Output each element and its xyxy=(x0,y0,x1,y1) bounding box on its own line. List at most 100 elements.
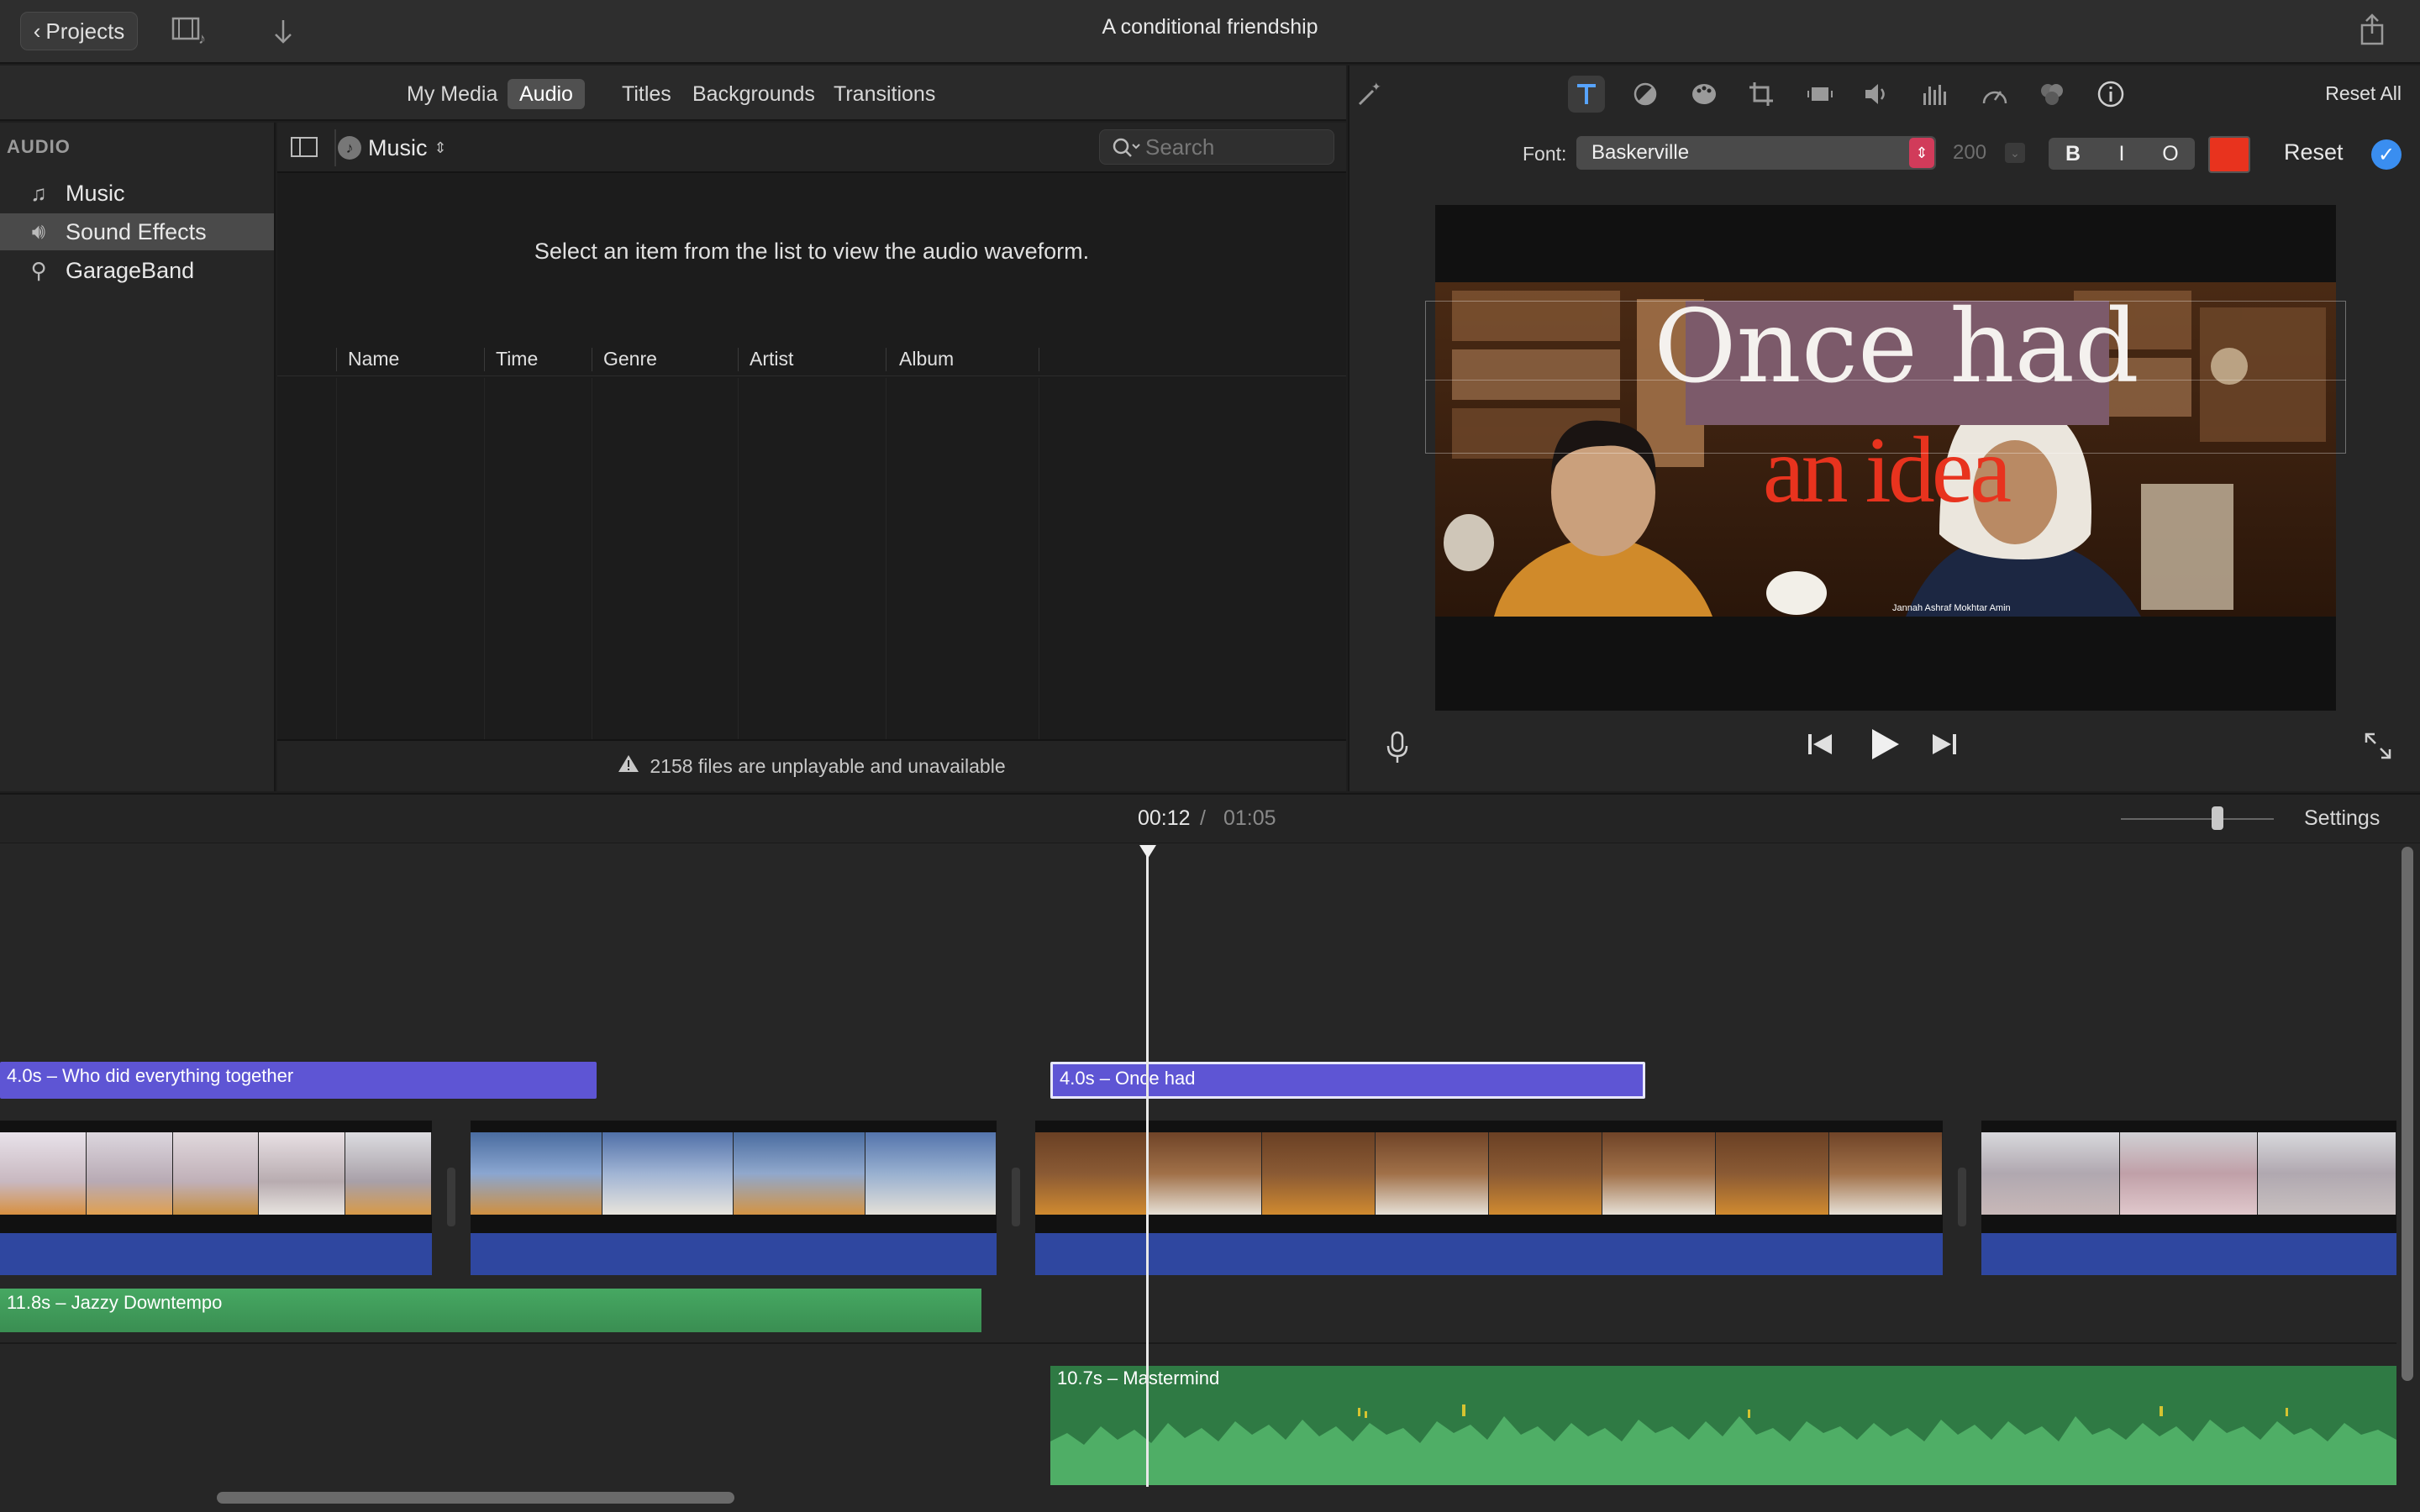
title-guide-line xyxy=(1425,380,2346,381)
tab-backgrounds[interactable]: Backgrounds xyxy=(681,79,827,109)
thumbnail xyxy=(1035,1132,1149,1215)
thumbnail xyxy=(1149,1132,1262,1215)
transition-handle[interactable] xyxy=(447,1168,455,1226)
speed-gauge-icon[interactable] xyxy=(1976,76,2013,113)
thumbnail xyxy=(1489,1132,1602,1215)
video-clip-current[interactable] xyxy=(1035,1121,1943,1275)
column-divider xyxy=(738,348,739,371)
transition-handle[interactable] xyxy=(1012,1168,1020,1226)
toolbar-divider xyxy=(334,129,336,166)
text-color-swatch[interactable] xyxy=(2208,136,2250,173)
italic-button[interactable]: I xyxy=(2097,138,2146,170)
clip-thumbnails xyxy=(1035,1132,1943,1215)
sidebar-toggle-icon[interactable] xyxy=(289,134,319,160)
current-time: 00:12 xyxy=(1138,806,1191,830)
video-clip[interactable] xyxy=(1981,1121,2396,1275)
thumbnail xyxy=(86,1132,173,1215)
waveform-hint: Select an item from the list to view the… xyxy=(534,239,1090,264)
reset-button[interactable]: Reset xyxy=(2284,139,2344,165)
thumbnail xyxy=(602,1132,734,1215)
zoom-slider-knob[interactable] xyxy=(2212,806,2223,830)
clip-thumbnails xyxy=(0,1132,432,1215)
timeline-header: 00:12 / 01:05 Settings xyxy=(0,795,2420,843)
column-album[interactable]: Album xyxy=(899,348,954,370)
window-title: A conditional friendship xyxy=(1102,15,1318,39)
viewer-panel: ✦ Reset All Font: Baskerville ⇕ 200 ⌄ B … xyxy=(1348,66,2420,791)
font-select[interactable]: Baskerville ⇕ xyxy=(1576,136,1936,170)
tab-transitions[interactable]: Transitions xyxy=(822,79,947,109)
timeline-settings-button[interactable]: Settings xyxy=(2304,806,2380,831)
sidebar-item-garageband[interactable]: ⚲ GarageBand xyxy=(0,252,274,289)
volume-icon[interactable] xyxy=(1859,76,1896,113)
transition-handle[interactable] xyxy=(1958,1168,1966,1226)
music-source-selector[interactable]: ♪ Music ⇕ xyxy=(338,131,447,165)
column-time[interactable]: Time xyxy=(496,348,538,370)
thumbnail xyxy=(259,1132,346,1215)
tab-my-media[interactable]: My Media xyxy=(395,79,509,109)
audio-clip-label: 10.7s – Mastermind xyxy=(1057,1368,1220,1389)
tab-titles[interactable]: Titles xyxy=(610,79,683,109)
audio-sidebar: AUDIO ♫ Music 🔊︎ Sound Effects ⚲ GarageB… xyxy=(0,123,276,791)
time-separator: / xyxy=(1200,806,1206,830)
palette-icon[interactable] xyxy=(1686,76,1723,113)
clip-thumbnails xyxy=(471,1132,997,1215)
stabilization-icon[interactable] xyxy=(1802,76,1839,113)
apply-checkmark-icon[interactable]: ✓ xyxy=(2371,139,2402,170)
fullscreen-icon[interactable] xyxy=(2363,731,2393,769)
sidebar-item-music[interactable]: ♫ Music xyxy=(0,175,274,212)
video-clip[interactable] xyxy=(0,1121,432,1275)
equalizer-icon[interactable] xyxy=(1918,76,1954,113)
thumbnail xyxy=(1262,1132,1376,1215)
search-placeholder: Search xyxy=(1145,134,1215,160)
skip-back-icon[interactable] xyxy=(1807,731,1833,765)
playhead-handle[interactable] xyxy=(1139,845,1156,858)
text-format-buttons: B I O xyxy=(2049,138,2195,170)
audio-clip-label: 11.8s – Jazzy Downtempo xyxy=(7,1292,223,1313)
updown-chevron-icon: ⇕ xyxy=(434,139,447,156)
reset-all-button[interactable]: Reset All xyxy=(2325,82,2402,105)
play-icon[interactable] xyxy=(1867,727,1901,769)
search-input[interactable]: Search xyxy=(1099,129,1334,165)
warning-icon xyxy=(618,753,639,779)
text-style-icon[interactable] xyxy=(1568,76,1605,113)
outline-button[interactable]: O xyxy=(2146,138,2195,170)
clip-filter-icon[interactable] xyxy=(2033,76,2070,113)
zoom-slider[interactable] xyxy=(2121,818,2274,820)
title-clip[interactable]: 4.0s – Who did everything together xyxy=(0,1062,597,1099)
column-artist[interactable]: Artist xyxy=(750,348,793,370)
music-clip[interactable]: 11.8s – Jazzy Downtempo xyxy=(0,1289,981,1332)
tab-audio[interactable]: Audio xyxy=(508,79,585,109)
magic-wand-icon[interactable]: ✦ xyxy=(1351,76,1388,113)
thumbnail xyxy=(345,1132,432,1215)
video-preview[interactable]: Once had an idea Jannah Ashraf Mokhtar A… xyxy=(1425,205,2346,711)
column-name[interactable]: Name xyxy=(348,348,399,370)
bold-button[interactable]: B xyxy=(2049,138,2097,170)
sidebar-item-sound-effects[interactable]: 🔊︎ Sound Effects xyxy=(0,213,274,250)
thumbnail xyxy=(1376,1132,1489,1215)
column-genre[interactable]: Genre xyxy=(603,348,657,370)
audio-browser-toolbar: ♪ Music ⇕ Search xyxy=(277,123,1346,173)
track-divider xyxy=(0,1342,2396,1344)
color-balance-icon[interactable] xyxy=(1627,76,1664,113)
skip-forward-icon[interactable] xyxy=(1931,731,1958,765)
playhead[interactable] xyxy=(1146,848,1149,1487)
sidebar-heading: AUDIO xyxy=(7,136,71,157)
font-size-field[interactable]: 200 ⌄ xyxy=(1943,136,2027,170)
svg-text:✦: ✦ xyxy=(1371,80,1381,93)
unplayable-files-text: 2158 files are unplayable and unavailabl… xyxy=(650,754,1006,777)
music-note-icon: ♪ xyxy=(338,136,361,160)
music-note-icon: ♫ xyxy=(30,180,47,206)
crop-icon[interactable] xyxy=(1743,76,1780,113)
table-header: Name Time Genre Artist Album xyxy=(277,343,1346,376)
font-name: Baskerville xyxy=(1591,141,1690,164)
share-icon[interactable] xyxy=(2358,13,2386,47)
title-clip-selected[interactable]: 4.0s – Once had xyxy=(1050,1062,1645,1099)
microphone-icon[interactable] xyxy=(1385,731,1410,772)
title-bounding-box xyxy=(1425,301,2346,454)
music-clip[interactable]: 10.7s – Mastermind xyxy=(1050,1366,2396,1485)
vertical-scrollbar[interactable] xyxy=(2402,847,2413,1381)
info-icon[interactable] xyxy=(2092,76,2129,113)
video-clip[interactable] xyxy=(471,1121,997,1275)
adjustment-toolbar: ✦ Reset All xyxy=(1349,66,2420,124)
horizontal-scrollbar[interactable] xyxy=(217,1492,734,1504)
